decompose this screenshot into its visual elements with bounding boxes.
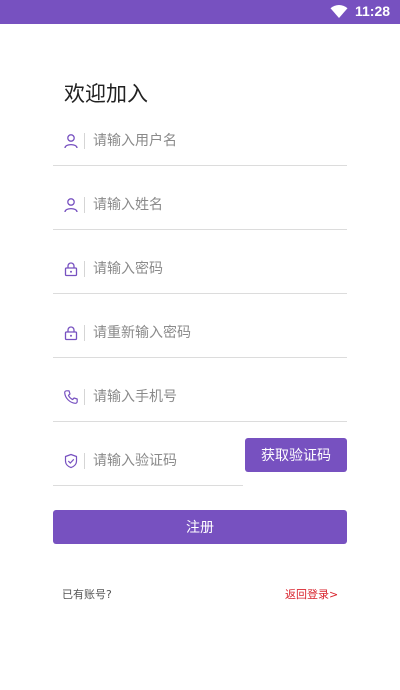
confirm-password-field-row [53,313,347,358]
field-separator [84,453,85,469]
lock-icon [64,262,78,277]
get-code-button[interactable]: 获取验证码 [245,438,347,472]
lock-icon [64,326,78,341]
user-icon [64,134,78,149]
verify-code-input[interactable] [93,448,233,474]
wifi-icon [330,5,348,18]
confirm-password-input[interactable] [93,320,283,346]
shield-check-icon [64,453,78,469]
field-separator [84,133,85,149]
field-separator [84,389,85,405]
name-input[interactable] [93,192,283,218]
user-icon [64,198,78,213]
phone-field-row [53,377,347,422]
field-separator [84,261,85,277]
verify-code-field-row [53,441,243,486]
phone-input[interactable] [93,384,283,410]
username-field-row [53,121,347,166]
password-field-row [53,249,347,294]
field-separator [84,197,85,213]
page-title: 欢迎加入 [64,82,148,106]
name-field-row [53,185,347,230]
status-time: 11:28 [355,3,391,19]
has-account-text: 已有账号? [62,588,112,601]
phone-icon [64,390,78,404]
username-input[interactable] [93,128,283,154]
field-separator [84,325,85,341]
password-input[interactable] [93,256,283,282]
status-bar: 11:28 [0,0,400,24]
back-to-login-link[interactable]: 返回登录> [285,586,338,602]
register-button[interactable]: 注册 [53,510,347,544]
